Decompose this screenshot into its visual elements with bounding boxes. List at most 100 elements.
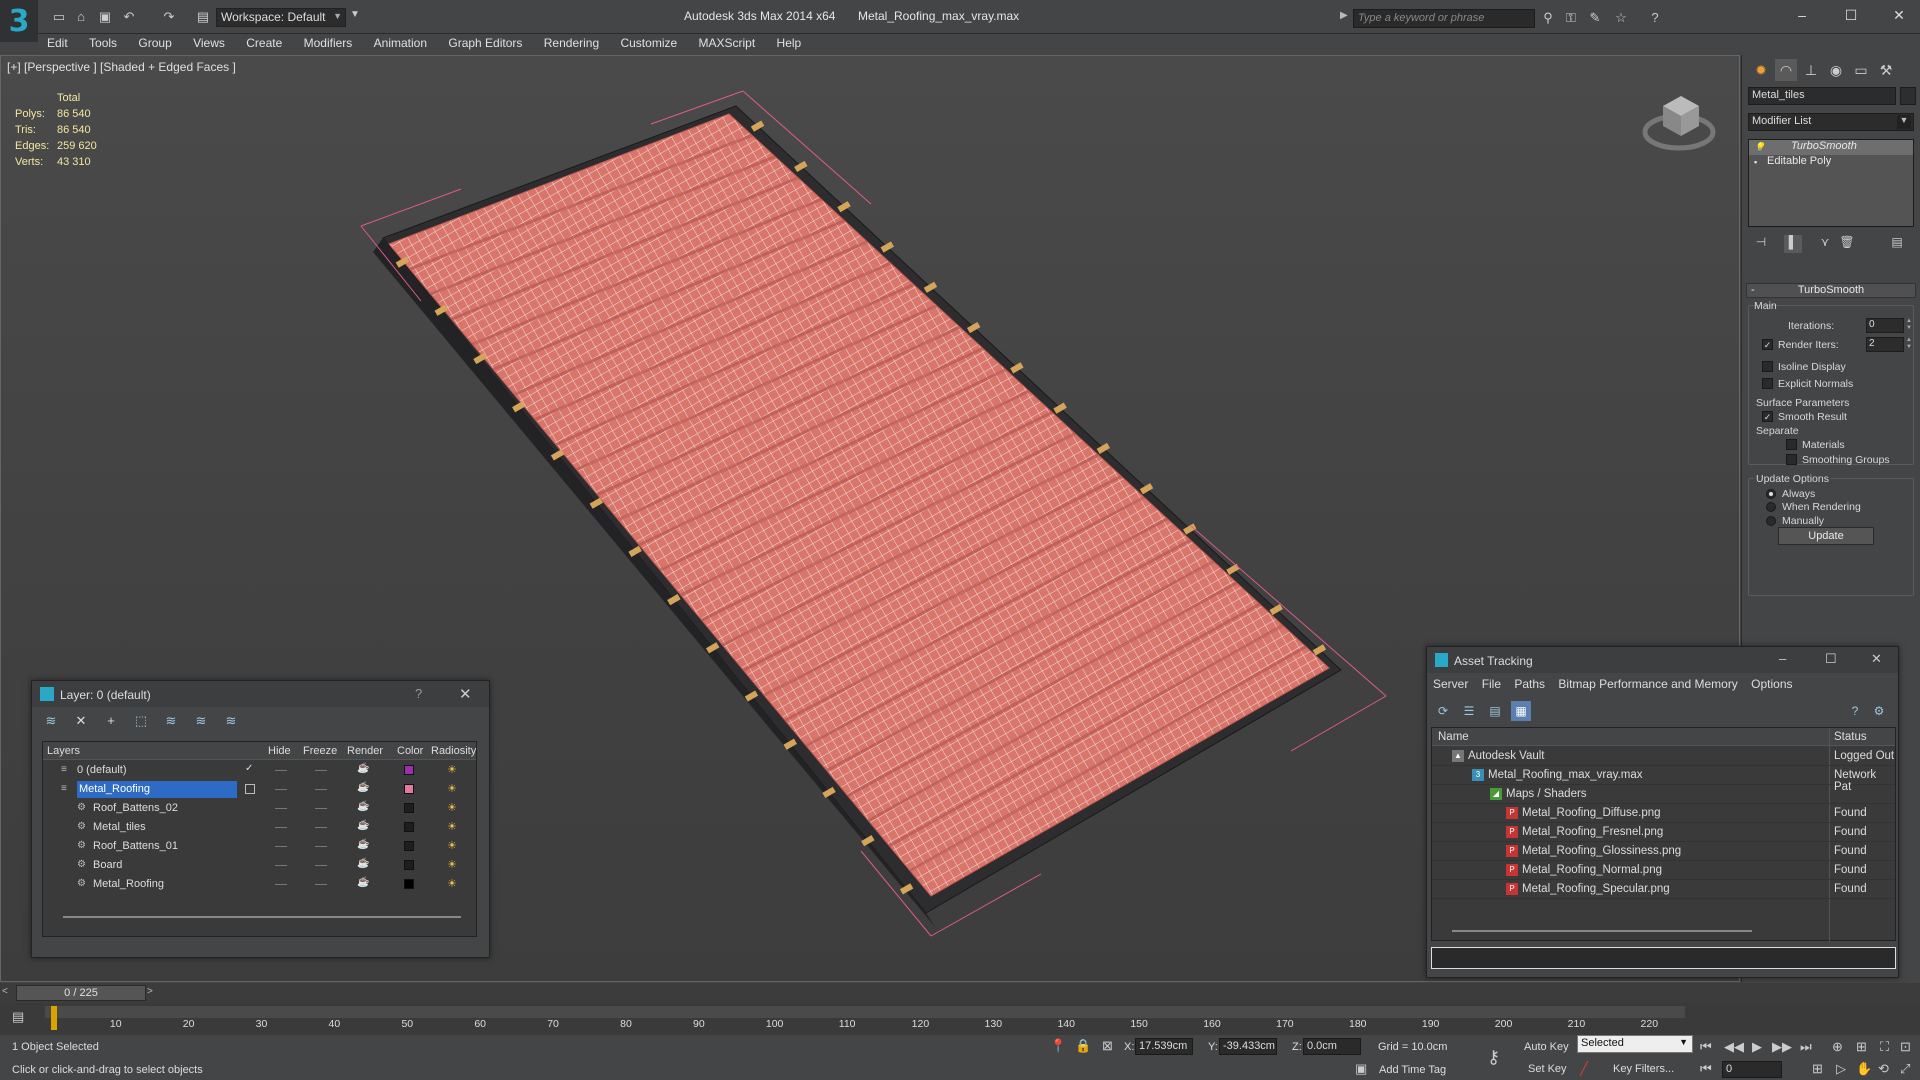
project-folder-icon[interactable]: ▤ bbox=[194, 9, 212, 25]
freeze-all-icon[interactable]: ≋ bbox=[220, 713, 242, 733]
motion-tab-icon[interactable]: ◉ bbox=[1825, 59, 1847, 81]
freeze-toggle[interactable] bbox=[315, 789, 327, 790]
layer-color-swatch[interactable] bbox=[404, 841, 414, 851]
asset-row[interactable]: P Metal_Roofing_Fresnel.png Found bbox=[1432, 823, 1895, 842]
lightbulb-icon[interactable]: 💡 bbox=[1754, 142, 1765, 153]
time-slider-thumb[interactable]: 0 / 225 bbox=[16, 985, 146, 1001]
layer-name[interactable]: Metal_tiles bbox=[93, 821, 146, 833]
iterations-spinner[interactable]: 0 bbox=[1866, 318, 1904, 333]
highlight-layer-icon[interactable]: ≋ bbox=[160, 713, 182, 733]
new-layer-icon[interactable]: ≋ bbox=[40, 713, 62, 733]
viewcube-icon[interactable] bbox=[1641, 84, 1721, 154]
explicit-normals-checkbox[interactable] bbox=[1762, 378, 1773, 389]
configure-sets-icon[interactable]: ▤ bbox=[1888, 235, 1906, 253]
zoom-icon[interactable]: ⊕ bbox=[1832, 1039, 1843, 1055]
redo-icon[interactable]: ↷ bbox=[160, 9, 178, 25]
display-tab-icon[interactable]: ▭ bbox=[1850, 59, 1872, 81]
layer-dialog-titlebar[interactable]: Layer: 0 (default) ? ✕ bbox=[32, 681, 489, 707]
remove-modifier-icon[interactable]: 🗑 bbox=[1838, 235, 1856, 253]
favorites-icon[interactable]: ☆ bbox=[1612, 9, 1630, 26]
menu-views[interactable]: Views bbox=[184, 34, 234, 54]
render-teapot-icon[interactable]: ☕ bbox=[357, 877, 369, 888]
layer-color-swatch[interactable] bbox=[404, 784, 414, 794]
modifier-list-dropdown[interactable]: Modifier List ▼ bbox=[1748, 113, 1914, 131]
x-coordinate-field[interactable]: 17.539cm bbox=[1135, 1038, 1193, 1055]
asset-row[interactable]: P Metal_Roofing_Diffuse.png Found bbox=[1432, 804, 1895, 823]
column-header-hide[interactable]: Hide bbox=[268, 745, 291, 757]
layer-name[interactable]: Roof_Battens_01 bbox=[93, 840, 178, 852]
menu-options[interactable]: Options bbox=[1751, 677, 1792, 691]
hierarchy-tab-icon[interactable]: ⊥ bbox=[1800, 59, 1822, 81]
zoom-extents-icon[interactable]: ⛶ bbox=[1880, 1039, 1889, 1055]
key-icon[interactable]: ⚷ bbox=[1487, 1047, 1500, 1068]
layer-name[interactable]: Board bbox=[93, 859, 122, 871]
add-time-tag[interactable]: Add Time Tag bbox=[1379, 1064, 1446, 1076]
create-tab-icon[interactable]: ✹ bbox=[1750, 59, 1772, 81]
next-frame-icon[interactable]: > bbox=[147, 986, 153, 997]
layer-color-swatch[interactable] bbox=[404, 803, 414, 813]
thumbnail-view-icon[interactable]: ▤ bbox=[1485, 701, 1505, 721]
render-teapot-icon[interactable]: ☕ bbox=[357, 782, 369, 793]
make-unique-icon[interactable]: ⋎ bbox=[1816, 235, 1834, 253]
render-iters-checkbox[interactable]: ✓ bbox=[1762, 339, 1773, 350]
column-header-name[interactable]: Name bbox=[1438, 731, 1469, 743]
hide-toggle[interactable] bbox=[275, 846, 287, 847]
hide-toggle[interactable] bbox=[275, 770, 287, 771]
pan-icon[interactable]: ✋ bbox=[1856, 1061, 1872, 1077]
render-teapot-icon[interactable]: ☕ bbox=[357, 839, 369, 850]
open-file-icon[interactable]: ⌂ bbox=[72, 9, 90, 25]
turbosmooth-rollout[interactable]: - TurboSmooth bbox=[1746, 283, 1916, 298]
search-input[interactable]: Type a keyword or phrase bbox=[1353, 9, 1535, 28]
selection-set-dropdown[interactable]: Selected ▼ bbox=[1577, 1035, 1693, 1053]
help-icon[interactable]: ? bbox=[1845, 701, 1865, 721]
maximize-toggle-icon[interactable]: ⤢ bbox=[1900, 1061, 1910, 1077]
menu-customize[interactable]: Customize bbox=[611, 34, 686, 54]
freeze-toggle[interactable] bbox=[315, 865, 327, 866]
hide-toggle[interactable] bbox=[275, 827, 287, 828]
active-layer-check-icon[interactable]: ✓ bbox=[245, 763, 253, 774]
freeze-toggle[interactable] bbox=[315, 808, 327, 809]
communication-icon[interactable]: ✎ bbox=[1586, 9, 1604, 26]
column-header-color[interactable]: Color bbox=[397, 745, 423, 757]
smooth-result-checkbox[interactable]: ✓ bbox=[1762, 411, 1773, 422]
materials-checkbox[interactable] bbox=[1786, 439, 1797, 450]
radiosity-icon[interactable]: ☀ bbox=[447, 801, 457, 814]
minimize-button[interactable]: – bbox=[1779, 651, 1786, 666]
pin-stack-icon[interactable]: ⊣ bbox=[1752, 235, 1770, 253]
isolate-icon[interactable]: 📍 bbox=[1050, 1038, 1066, 1054]
settings-icon[interactable]: ⚙ bbox=[1869, 701, 1889, 721]
workspace-menu-icon[interactable]: ▼ bbox=[348, 9, 362, 26]
freeze-toggle[interactable] bbox=[315, 770, 327, 771]
update-button[interactable]: Update bbox=[1778, 527, 1874, 545]
render-teapot-icon[interactable]: ☕ bbox=[357, 858, 369, 869]
add-to-layer-icon[interactable]: + bbox=[100, 713, 122, 733]
menu-maxscript[interactable]: MAXScript bbox=[690, 34, 765, 54]
go-to-start-icon[interactable]: ⏮ bbox=[1700, 1039, 1712, 1055]
orbit-icon[interactable]: ⟲ bbox=[1878, 1061, 1889, 1077]
zoom-all-icon[interactable]: ⊞ bbox=[1856, 1039, 1867, 1055]
layer-name[interactable]: Roof_Battens_02 bbox=[93, 802, 178, 814]
absolute-mode-icon[interactable]: ⊠ bbox=[1102, 1038, 1113, 1054]
set-key-button[interactable]: Set Key bbox=[1528, 1063, 1567, 1075]
layer-name[interactable]: Metal_Roofing bbox=[93, 878, 164, 890]
column-header-freeze[interactable]: Freeze bbox=[303, 745, 337, 757]
asset-row[interactable]: P Metal_Roofing_Glossiness.png Found bbox=[1432, 842, 1895, 861]
radiosity-icon[interactable]: ☀ bbox=[447, 877, 457, 890]
search-expand-icon[interactable]: ▶ bbox=[1340, 10, 1348, 21]
delete-layer-icon[interactable]: ✕ bbox=[70, 713, 92, 733]
menu-rendering[interactable]: Rendering bbox=[535, 34, 608, 54]
menu-create[interactable]: Create bbox=[237, 34, 291, 54]
hide-toggle[interactable] bbox=[275, 884, 287, 885]
radiosity-icon[interactable]: ☀ bbox=[447, 858, 457, 871]
undo-icon[interactable]: ↶ bbox=[120, 9, 138, 25]
menu-file[interactable]: File bbox=[1482, 677, 1501, 691]
hide-toggle[interactable] bbox=[275, 789, 287, 790]
layer-row[interactable]: ⚙ Metal_tiles ☕ ☀ bbox=[43, 818, 476, 837]
set-keys-icon[interactable]: ╱ bbox=[1580, 1061, 1588, 1077]
z-coordinate-field[interactable]: 0.0cm bbox=[1303, 1038, 1361, 1055]
freeze-toggle[interactable] bbox=[315, 884, 327, 885]
time-config-icon[interactable]: ⊞ bbox=[1812, 1061, 1823, 1077]
set-active-box[interactable] bbox=[245, 784, 255, 794]
hide-all-icon[interactable]: ≋ bbox=[190, 713, 212, 733]
spinner-arrows-icon[interactable]: ▲ ▼ bbox=[1905, 337, 1913, 352]
